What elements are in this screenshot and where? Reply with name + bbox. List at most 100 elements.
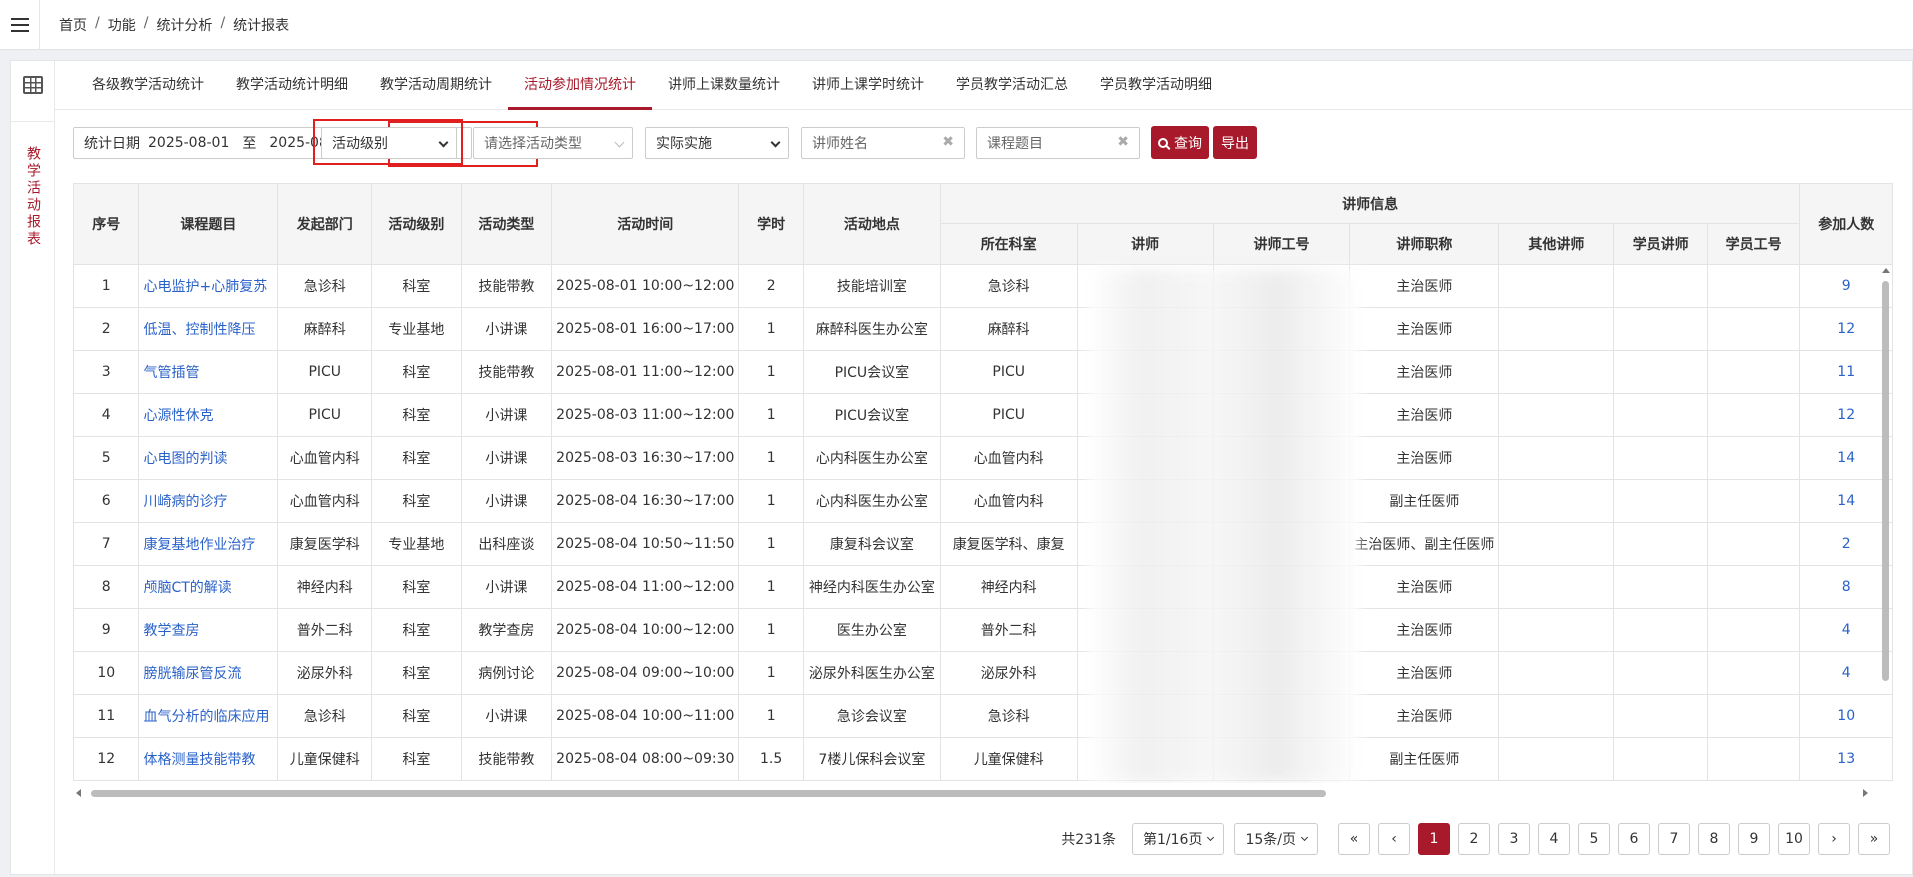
tab-1[interactable]: 教学活动统计明细	[220, 61, 364, 110]
cell-dept: 麻醉科	[277, 307, 373, 351]
page-button-1[interactable]: 1	[1418, 823, 1450, 855]
last-page-button[interactable]: »	[1858, 823, 1890, 855]
page-button-6[interactable]: 6	[1618, 823, 1650, 855]
cell-course[interactable]: 低温、控制性降压	[138, 307, 279, 351]
cell-student-id	[1706, 737, 1801, 781]
cell-teacher	[1076, 565, 1214, 609]
cell-level: 科室	[371, 436, 462, 480]
cell-time: 2025-08-01 11:00~12:00	[551, 350, 740, 394]
next-page-button[interactable]: ›	[1818, 823, 1850, 855]
tab-2[interactable]: 教学活动周期统计	[364, 61, 508, 110]
cell-course[interactable]: 膀胱输尿管反流	[138, 651, 279, 695]
cell-student-id	[1706, 565, 1801, 609]
page-button-7[interactable]: 7	[1658, 823, 1690, 855]
breadcrumb-item[interactable]: 首页	[59, 15, 87, 35]
table-row: 9 教学查房 普外二科 科室 教学查房 2025-08-04 10:00~12:00 1 医生…	[73, 608, 1893, 652]
cell-hours: 1	[738, 608, 804, 652]
table-row: 3 气管插管 PICU 科室 技能带教 2025-08-01 11:00~12:00 1 PI…	[73, 350, 1893, 394]
cell-teacher	[1076, 436, 1214, 480]
cell-student-id	[1706, 436, 1801, 480]
cell-seq: 12	[73, 737, 140, 781]
cell-dept: PICU	[277, 393, 373, 437]
vertical-scrollbar[interactable]	[1879, 266, 1891, 846]
breadcrumb: 首页 / 功能 / 统计分析 / 统计报表	[59, 14, 290, 35]
table-row: 4 心源性休克 PICU 科室 小讲课 2025-08-03 11:00~12:00 1 PI…	[73, 393, 1893, 437]
cell-student-teacher	[1613, 737, 1708, 781]
page-size-select[interactable]: 15条/页	[1234, 823, 1318, 855]
side-title: 教学活动报表	[11, 121, 55, 251]
export-button[interactable]: 导出	[1213, 126, 1257, 159]
scroll-up-icon[interactable]	[1882, 268, 1890, 273]
cell-course[interactable]: 颅脑CT的解读	[138, 565, 279, 609]
table-grid-icon[interactable]	[23, 76, 43, 94]
course-title-input[interactable]: 课程题目 ✖	[976, 127, 1140, 159]
cell-time: 2025-08-03 16:30~17:00	[551, 436, 740, 480]
cell-course[interactable]: 体格测量技能带教	[138, 737, 279, 781]
implementation-select[interactable]: 实际实施	[645, 127, 789, 159]
cell-student-id	[1706, 608, 1801, 652]
cell-teacher	[1076, 307, 1214, 351]
cell-course[interactable]: 心电图的判读	[138, 436, 279, 480]
cell-student-id	[1706, 694, 1801, 738]
page-info: 第1/16页	[1143, 832, 1203, 848]
tab-3[interactable]: 活动参加情况统计	[508, 61, 652, 110]
activity-type-select[interactable]: 请选择活动类型	[473, 127, 633, 159]
cell-course[interactable]: 康复基地作业治疗	[138, 522, 279, 566]
menu-icon[interactable]	[0, 0, 40, 50]
page-button-9[interactable]: 9	[1738, 823, 1770, 855]
cell-dept: 急诊科	[277, 264, 373, 308]
cell-teacher-dept: 急诊科	[939, 694, 1078, 738]
cell-course[interactable]: 心电监护+心肺复苏	[138, 264, 279, 308]
teacher-name-placeholder: 讲师姓名	[812, 136, 868, 152]
date-from[interactable]: 2025-08-01	[148, 135, 229, 151]
breadcrumb-item[interactable]: 统计分析	[156, 15, 212, 35]
scroll-thumb[interactable]	[1882, 281, 1889, 681]
scroll-thumb[interactable]	[91, 790, 1326, 797]
cell-seq: 1	[73, 264, 140, 308]
page-button-3[interactable]: 3	[1498, 823, 1530, 855]
cell-place: 急诊会议室	[802, 694, 941, 738]
tab-7[interactable]: 学员教学活动明细	[1084, 61, 1228, 110]
clear-icon[interactable]: ✖	[1117, 134, 1129, 150]
cell-hours: 1	[738, 479, 804, 523]
cell-course[interactable]: 心源性休克	[138, 393, 279, 437]
cell-place: 麻醉科医生办公室	[802, 307, 941, 351]
first-page-button[interactable]: «	[1338, 823, 1370, 855]
page-button-10[interactable]: 10	[1778, 823, 1810, 855]
cell-teacher	[1076, 522, 1214, 566]
teacher-name-input[interactable]: 讲师姓名 ✖	[801, 127, 965, 159]
page-select[interactable]: 第1/16页	[1132, 823, 1225, 855]
cell-seq: 11	[73, 694, 140, 738]
scroll-right-icon[interactable]	[1863, 789, 1868, 797]
tab-4[interactable]: 讲师上课数量统计	[652, 61, 796, 110]
page-button-8[interactable]: 8	[1698, 823, 1730, 855]
horizontal-scrollbar[interactable]	[73, 786, 1883, 800]
page-button-2[interactable]: 2	[1458, 823, 1490, 855]
cell-teacher-title: 主治医师	[1349, 264, 1500, 308]
cell-place: 心内科医生办公室	[802, 479, 941, 523]
cell-seq: 8	[73, 565, 140, 609]
tab-6[interactable]: 学员教学活动汇总	[940, 61, 1084, 110]
header-student-teacher: 学员讲师	[1613, 223, 1708, 265]
cell-teacher-title: 主治医师	[1349, 393, 1500, 437]
cell-course[interactable]: 川崎病的诊疗	[138, 479, 279, 523]
query-button[interactable]: 查询	[1151, 126, 1209, 159]
cell-other-teacher	[1498, 350, 1615, 394]
scroll-left-icon[interactable]	[76, 789, 81, 797]
cell-student-teacher	[1613, 307, 1708, 351]
cell-course[interactable]: 血气分析的临床应用	[138, 694, 279, 738]
cell-teacher-id	[1212, 737, 1351, 781]
cell-teacher	[1076, 264, 1214, 308]
clear-icon[interactable]: ✖	[942, 134, 954, 150]
date-label: 统计日期	[84, 136, 140, 152]
page-button-5[interactable]: 5	[1578, 823, 1610, 855]
cell-place: 7楼儿保科会议室	[802, 737, 941, 781]
cell-hours: 1	[738, 307, 804, 351]
cell-course[interactable]: 气管插管	[138, 350, 279, 394]
tab-5[interactable]: 讲师上课学时统计	[796, 61, 940, 110]
page-button-4[interactable]: 4	[1538, 823, 1570, 855]
breadcrumb-item[interactable]: 功能	[108, 15, 136, 35]
tab-0[interactable]: 各级教学活动统计	[76, 61, 220, 110]
prev-page-button[interactable]: ‹	[1378, 823, 1410, 855]
cell-course[interactable]: 教学查房	[138, 608, 279, 652]
